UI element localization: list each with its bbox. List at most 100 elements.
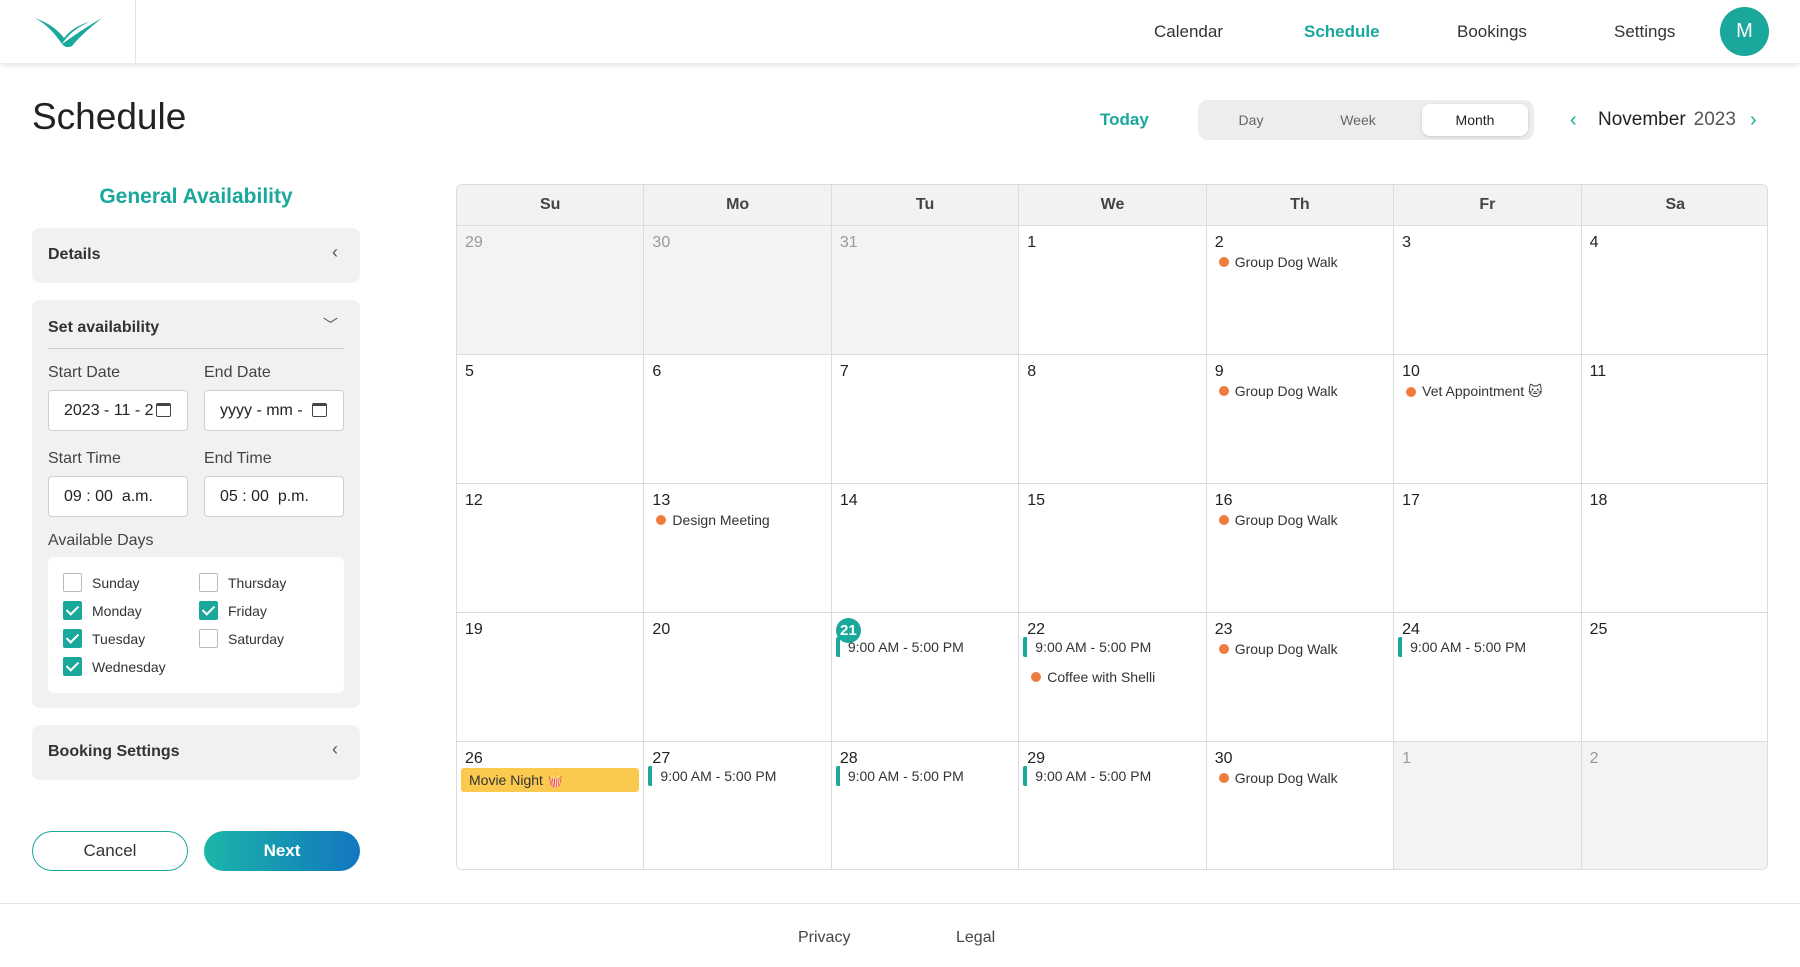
day-cell[interactable]: 18 <box>1581 484 1767 613</box>
end-date-label: End Date <box>204 364 271 381</box>
day-cell[interactable]: 7 <box>831 355 1020 484</box>
day-cell[interactable]: 12 <box>457 484 645 613</box>
day-cell[interactable]: 5 <box>457 355 645 484</box>
day-cell[interactable]: 25 <box>1581 613 1767 742</box>
checkbox[interactable] <box>199 573 218 592</box>
day-checkbox-thursday[interactable]: Thursday <box>199 573 286 592</box>
day-number: 1 <box>1027 234 1037 251</box>
availability-block[interactable]: 9:00 AM - 5:00 PM <box>1398 637 1526 657</box>
page-title: Schedule <box>32 96 187 137</box>
chevron-down-icon[interactable]: ﹀ <box>323 314 338 335</box>
day-checkbox-wednesday[interactable]: Wednesday <box>63 657 166 676</box>
day-cell[interactable]: 26 Movie Night 🍿 <box>457 742 645 869</box>
end-date-input[interactable]: yyyy - mm - d <box>204 390 344 431</box>
day-cell[interactable]: 30 Group Dog Walk <box>1206 742 1395 869</box>
event-item[interactable]: Group Dog Walk <box>1218 254 1338 270</box>
today-button[interactable]: Today <box>1100 110 1149 130</box>
app-logo[interactable] <box>0 0 136 63</box>
checkbox[interactable] <box>199 601 218 620</box>
event-item[interactable]: Coffee with Shelli <box>1031 669 1155 685</box>
event-item[interactable]: Group Dog Walk <box>1218 512 1338 528</box>
nav-bookings[interactable]: Bookings <box>1457 0 1527 63</box>
day-cell[interactable]: 20 <box>644 613 832 742</box>
day-checkbox-friday[interactable]: Friday <box>199 601 267 620</box>
end-time-input[interactable]: 05 : 00 p.m. <box>204 476 344 517</box>
day-cell[interactable]: 30 <box>644 226 832 355</box>
event-item[interactable]: Design Meeting <box>656 512 770 528</box>
day-cell[interactable]: 31 <box>831 226 1020 355</box>
nav-calendar[interactable]: Calendar <box>1154 0 1223 63</box>
cancel-button[interactable]: Cancel <box>32 831 188 871</box>
availability-block[interactable]: 9:00 AM - 5:00 PM <box>835 637 964 657</box>
day-cell[interactable]: 4 <box>1581 226 1767 355</box>
event-label: Vet Appointment 🐱 <box>1422 383 1543 399</box>
availability-block[interactable]: 9:00 AM - 5:00 PM <box>835 766 964 786</box>
checkbox[interactable] <box>63 573 82 592</box>
day-checkbox-sunday[interactable]: Sunday <box>63 573 139 592</box>
availability-block[interactable]: 9:00 AM - 5:00 PM <box>1023 766 1151 786</box>
day-cell[interactable]: 1 <box>1019 226 1207 355</box>
start-time-input[interactable]: 09 : 00 a.m. <box>48 476 188 517</box>
day-cell[interactable]: 1 <box>1394 742 1582 869</box>
availability-block[interactable]: 9:00 AM - 5:00 PM <box>648 766 776 786</box>
details-panel[interactable]: Details ‹ <box>32 228 360 283</box>
checkbox[interactable] <box>63 601 82 620</box>
chevron-left-icon[interactable]: ‹ <box>332 739 338 760</box>
avatar-initial: M <box>1736 20 1753 42</box>
day-cell[interactable]: 17 <box>1394 484 1582 613</box>
chevron-left-icon[interactable]: ‹ <box>332 242 338 263</box>
day-cell[interactable]: 15 <box>1019 484 1207 613</box>
day-cell[interactable]: 21 9:00 AM - 5:00 PM <box>831 613 1020 742</box>
day-checkbox-tuesday[interactable]: Tuesday <box>63 629 145 648</box>
legal-link[interactable]: Legal <box>956 929 995 947</box>
weekday-header: Fr <box>1394 185 1582 226</box>
event-item[interactable]: Group Dog Walk <box>1218 383 1338 399</box>
day-cell[interactable]: 10 Vet Appointment 🐱 <box>1394 355 1582 484</box>
event-item[interactable]: Vet Appointment 🐱 <box>1406 383 1543 400</box>
day-cell[interactable]: 29 <box>457 226 645 355</box>
all-day-event[interactable]: Movie Night 🍿 <box>461 768 639 792</box>
privacy-link[interactable]: Privacy <box>798 929 850 947</box>
checkbox[interactable] <box>199 629 218 648</box>
event-item[interactable]: Group Dog Walk <box>1218 770 1338 786</box>
booking-settings-heading: Booking Settings <box>48 743 180 760</box>
booking-settings-panel[interactable]: Booking Settings ‹ <box>32 725 360 780</box>
day-cell[interactable]: 2 Group Dog Walk <box>1206 226 1395 355</box>
chevron-left-icon[interactable]: ‹ <box>1570 109 1577 132</box>
calendar-icon[interactable] <box>156 403 171 417</box>
day-number: 7 <box>839 363 849 380</box>
day-cell[interactable]: 14 <box>831 484 1020 613</box>
day-cell[interactable]: 2 <box>1581 742 1767 869</box>
view-day-button[interactable]: Day <box>1202 104 1300 136</box>
day-checkbox-saturday[interactable]: Saturday <box>199 629 284 648</box>
view-week-button[interactable]: Week <box>1308 104 1408 136</box>
nav-settings[interactable]: Settings <box>1614 0 1675 63</box>
day-cell[interactable]: 29 9:00 AM - 5:00 PM <box>1019 742 1207 869</box>
day-cell[interactable]: 13 Design Meeting <box>644 484 832 613</box>
day-cell[interactable]: 19 <box>457 613 645 742</box>
day-cell[interactable]: 11 <box>1581 355 1767 484</box>
day-cell[interactable]: 24 9:00 AM - 5:00 PM <box>1394 613 1582 742</box>
event-item[interactable]: Group Dog Walk <box>1218 641 1338 657</box>
start-date-input[interactable]: 2023 - 11 - 2 <box>48 390 188 431</box>
user-avatar[interactable]: M <box>1720 7 1769 56</box>
day-cell[interactable]: 9 Group Dog Walk <box>1206 355 1395 484</box>
checkbox[interactable] <box>63 629 82 648</box>
day-cell[interactable]: 6 <box>644 355 832 484</box>
chevron-right-icon[interactable]: › <box>1750 109 1757 132</box>
checkbox[interactable] <box>63 657 82 676</box>
day-cell[interactable]: 23 Group Dog Walk <box>1206 613 1395 742</box>
day-cell[interactable]: 22 9:00 AM - 5:00 PM Coffee with Shelli <box>1019 613 1207 742</box>
day-cell[interactable]: 16 Group Dog Walk <box>1206 484 1395 613</box>
available-days-label: Available Days <box>48 532 154 549</box>
next-button[interactable]: Next <box>204 831 360 871</box>
day-cell[interactable]: 27 9:00 AM - 5:00 PM <box>644 742 832 869</box>
calendar-icon[interactable] <box>312 403 327 417</box>
day-checkbox-monday[interactable]: Monday <box>63 601 142 620</box>
view-month-button[interactable]: Month <box>1422 104 1528 136</box>
nav-schedule[interactable]: Schedule <box>1304 0 1380 63</box>
availability-block[interactable]: 9:00 AM - 5:00 PM <box>1023 637 1151 657</box>
day-cell[interactable]: 8 <box>1019 355 1207 484</box>
day-cell[interactable]: 3 <box>1394 226 1582 355</box>
day-cell[interactable]: 28 9:00 AM - 5:00 PM <box>831 742 1020 869</box>
